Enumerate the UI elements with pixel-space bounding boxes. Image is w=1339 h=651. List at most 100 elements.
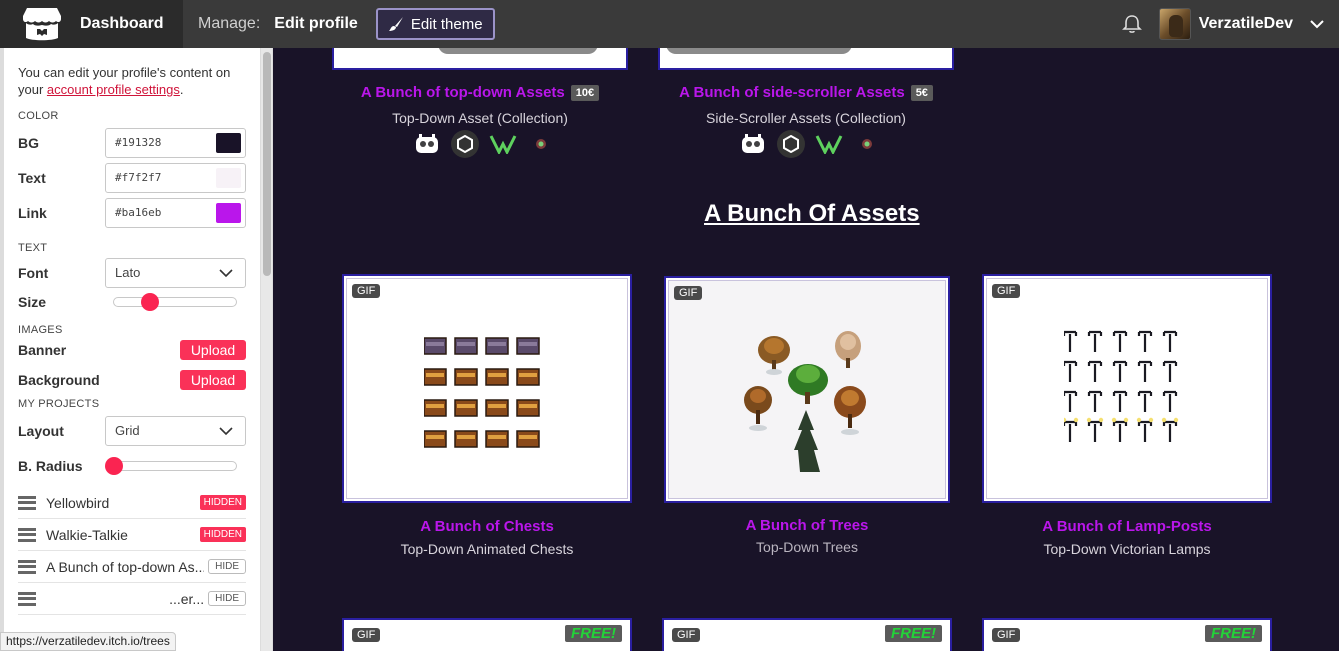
- free-badge: FREE!: [565, 625, 622, 642]
- lampposts-preview-image: [1064, 330, 1179, 442]
- layout-select[interactable]: Grid: [105, 415, 246, 446]
- banner-upload-button[interactable]: Upload: [180, 339, 246, 360]
- hide-button[interactable]: HIDE: [208, 591, 246, 606]
- gamemaker-icon: [489, 130, 517, 158]
- font-row: Font Lato: [18, 255, 246, 290]
- godot-icon: [413, 130, 441, 158]
- project-title[interactable]: A Bunch of side-scroller Assets 5€: [658, 84, 954, 102]
- drag-handle-icon[interactable]: [18, 591, 36, 606]
- profile-preview: A Bunch of top-down Assets 10€ Top-Down A…: [273, 48, 1339, 651]
- project-name: Yellowbird: [46, 494, 110, 511]
- manage-bar: Manage: Edit profile Edit theme Verzatil…: [183, 0, 1339, 48]
- user-area: VerzatileDev: [1121, 0, 1339, 48]
- username[interactable]: VerzatileDev: [1199, 15, 1293, 33]
- avatar[interactable]: [1158, 8, 1191, 40]
- layout-row: Layout Grid: [18, 413, 246, 448]
- itchio-logo-icon[interactable]: [0, 0, 84, 48]
- engine-icons: [739, 130, 881, 158]
- background-upload-button[interactable]: Upload: [180, 369, 246, 390]
- project-card-thumbnail[interactable]: GIF FREE!: [662, 618, 952, 651]
- drag-handle-icon[interactable]: [18, 495, 36, 510]
- edit-theme-button[interactable]: Edit theme: [375, 8, 495, 40]
- hidden-badge[interactable]: HIDDEN: [199, 495, 246, 510]
- unity-icon: [777, 130, 805, 158]
- banner-row: Banner Upload: [18, 336, 246, 363]
- text-color-label: Text: [18, 169, 46, 186]
- free-badge: FREE!: [885, 625, 942, 642]
- theme-editor-sidebar: You can edit your profile's content on y…: [0, 48, 273, 651]
- manage-label: Manage:: [198, 15, 261, 32]
- size-slider[interactable]: [113, 293, 237, 311]
- radius-label: B. Radius: [18, 457, 83, 474]
- font-label: Font: [18, 264, 49, 281]
- size-row: Size: [18, 290, 246, 314]
- bg-color-value: #191328: [115, 136, 162, 149]
- gif-badge: GIF: [672, 628, 701, 642]
- project-subtitle: Side-Scroller Assets (Collection): [706, 110, 906, 126]
- background-label: Background: [18, 371, 100, 388]
- size-label: Size: [18, 294, 47, 310]
- project-subtitle: Top-Down Asset (Collection): [392, 110, 568, 126]
- trees-preview-image: [744, 331, 866, 472]
- text-color-input[interactable]: #f7f2f7: [105, 162, 246, 193]
- sidebar-scrollbar[interactable]: [261, 48, 272, 651]
- hide-button[interactable]: HIDE: [208, 559, 246, 574]
- link-color-swatch[interactable]: [216, 202, 241, 223]
- project-title[interactable]: A Bunch of Lamp-Posts: [982, 518, 1272, 535]
- scrollbar-thumb[interactable]: [263, 52, 271, 276]
- construct-icon: [853, 130, 881, 158]
- projects-section-heading: MY PROJECTS: [18, 398, 100, 410]
- link-color-input[interactable]: #ba16eb: [105, 197, 246, 228]
- project-title[interactable]: A Bunch of Chests: [342, 518, 632, 535]
- construct-icon: [527, 130, 555, 158]
- project-name: A Bunch of top-down As...: [46, 558, 205, 575]
- chevron-down-icon[interactable]: [1309, 16, 1325, 32]
- project-card-thumbnail[interactable]: GIF: [982, 274, 1272, 503]
- bg-color-input[interactable]: #191328: [105, 127, 246, 158]
- text-color-value: #f7f2f7: [115, 171, 162, 184]
- chevron-down-icon: [219, 268, 233, 277]
- gif-badge: GIF: [992, 284, 1021, 298]
- project-list: Yellowbird HIDDEN Walkie-Talkie HIDDEN A…: [18, 487, 246, 615]
- project-title[interactable]: A Bunch of top-down Assets 10€: [332, 84, 628, 102]
- free-badge: FREE!: [1205, 625, 1262, 642]
- project-item[interactable]: Walkie-Talkie HIDDEN: [18, 519, 246, 551]
- size-slider-knob[interactable]: [140, 293, 159, 311]
- radius-slider[interactable]: [105, 456, 237, 475]
- drag-handle-icon[interactable]: [18, 559, 36, 574]
- unity-icon: [451, 130, 479, 158]
- bg-color-label: BG: [18, 134, 39, 151]
- project-item[interactable]: ...er... HIDE: [18, 583, 246, 615]
- price-badge: 10€: [570, 85, 600, 102]
- color-section-heading: COLOR: [18, 110, 59, 122]
- project-subtitle: Top-Down Animated Chests: [400, 541, 574, 557]
- drag-handle-icon[interactable]: [18, 527, 36, 542]
- account-profile-settings-link[interactable]: account profile settings: [47, 82, 180, 97]
- layout-label: Layout: [18, 422, 64, 439]
- status-url-tooltip: https://verzatiledev.itch.io/trees: [0, 632, 176, 651]
- bell-icon[interactable]: [1121, 13, 1143, 35]
- project-item[interactable]: Yellowbird HIDDEN: [18, 487, 246, 519]
- project-card-thumbnail[interactable]: GIF: [342, 274, 632, 503]
- edit-profile-link[interactable]: Edit profile: [274, 15, 358, 33]
- hidden-badge[interactable]: HIDDEN: [199, 527, 246, 542]
- bg-color-swatch[interactable]: [216, 132, 241, 153]
- gif-badge: GIF: [674, 286, 703, 300]
- project-subtitle: Top-Down Victorian Lamps: [1043, 541, 1211, 557]
- project-card-thumbnail[interactable]: [332, 48, 628, 70]
- section-heading: A Bunch Of Assets: [704, 200, 920, 227]
- project-card-thumbnail[interactable]: [658, 48, 954, 70]
- edit-theme-label: Edit theme: [410, 15, 483, 33]
- project-item[interactable]: A Bunch of top-down As... HIDE: [18, 551, 246, 583]
- engine-icons: [413, 130, 555, 158]
- intro-text: You can edit your profile's content on y…: [18, 64, 246, 98]
- font-select[interactable]: Lato: [105, 257, 246, 288]
- project-card-thumbnail[interactable]: GIF: [664, 276, 950, 503]
- project-card-thumbnail[interactable]: GIF FREE!: [982, 618, 1272, 651]
- godot-icon: [739, 130, 767, 158]
- project-title[interactable]: A Bunch of Trees: [664, 517, 950, 534]
- text-color-swatch[interactable]: [216, 167, 241, 188]
- sidebar-content: You can edit your profile's content on y…: [4, 48, 260, 651]
- radius-slider-knob[interactable]: [105, 456, 123, 475]
- project-card-thumbnail[interactable]: GIF FREE!: [342, 618, 632, 651]
